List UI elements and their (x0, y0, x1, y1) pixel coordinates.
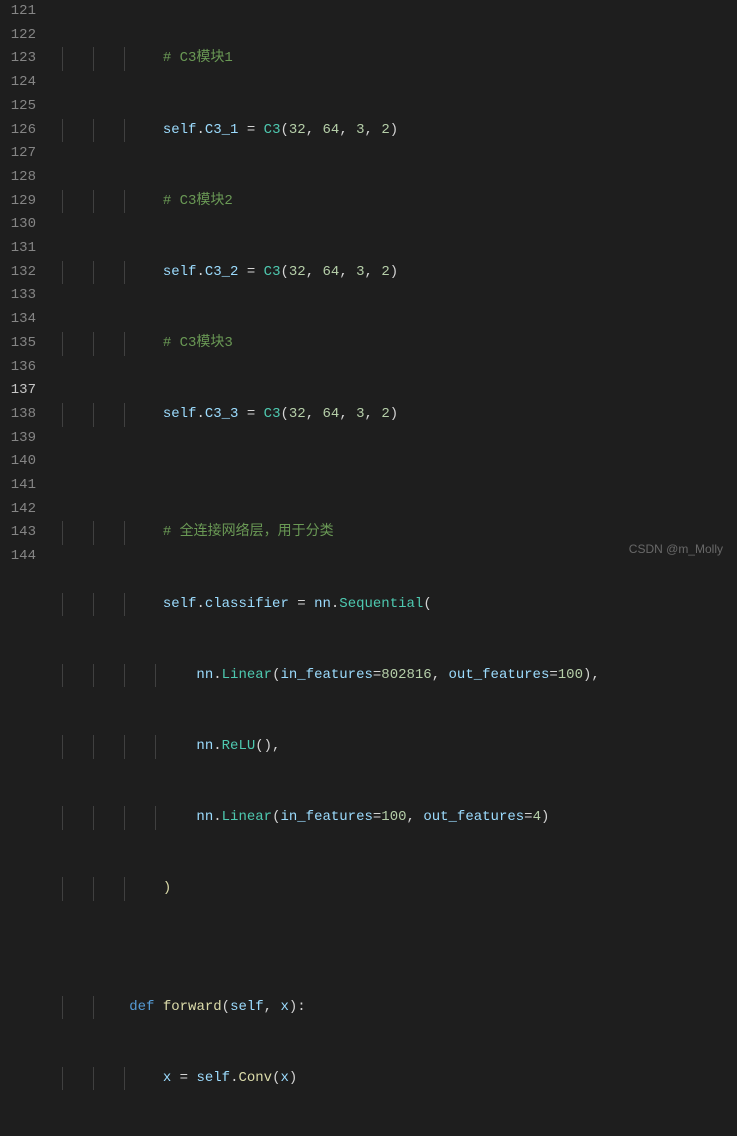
line-number: 142 (0, 498, 40, 522)
code-line: self.classifier = nn.Sequential( (58, 593, 737, 617)
line-number: 138 (0, 403, 40, 427)
line-number-gutter: 1211221231241251261271281291301311321331… (0, 0, 58, 568)
line-number: 136 (0, 356, 40, 380)
line-number: 128 (0, 166, 40, 190)
line-number: 137 (0, 379, 40, 403)
line-number: 132 (0, 261, 40, 285)
code-line: self.C3_2 = C3(32, 64, 3, 2) (58, 261, 737, 285)
line-number: 143 (0, 521, 40, 545)
line-number: 133 (0, 284, 40, 308)
line-number: 134 (0, 308, 40, 332)
line-number: 144 (0, 545, 40, 569)
code-line: self.C3_1 = C3(32, 64, 3, 2) (58, 119, 737, 143)
line-number: 140 (0, 450, 40, 474)
code-line: nn.Linear(in_features=802816, out_featur… (58, 664, 737, 688)
line-number: 141 (0, 474, 40, 498)
line-number: 139 (0, 427, 40, 451)
line-number: 125 (0, 95, 40, 119)
code-line: nn.ReLU(), (58, 735, 737, 759)
code-line: def forward(self, x): (58, 996, 737, 1020)
code-line: # C3模块3 (58, 332, 737, 356)
code-line: x = self.Conv(x) (58, 1067, 737, 1091)
code-line: self.C3_3 = C3(32, 64, 3, 2) (58, 403, 737, 427)
line-number: 135 (0, 332, 40, 356)
line-number: 131 (0, 237, 40, 261)
code-editor[interactable]: 1211221231241251261271281291301311321331… (0, 0, 737, 568)
line-number: 122 (0, 24, 40, 48)
code-line: nn.Linear(in_features=100, out_features=… (58, 806, 737, 830)
line-number: 126 (0, 119, 40, 143)
line-number: 124 (0, 71, 40, 95)
line-number: 121 (0, 0, 40, 24)
line-number: 123 (0, 47, 40, 71)
line-number: 130 (0, 213, 40, 237)
code-line: # C3模块1 (58, 47, 737, 71)
line-number: 127 (0, 142, 40, 166)
code-line: ) (58, 877, 737, 901)
code-area[interactable]: # C3模块1 self.C3_1 = C3(32, 64, 3, 2) # C… (58, 0, 737, 568)
watermark: CSDN @m_Molly (629, 538, 723, 562)
line-number: 129 (0, 190, 40, 214)
code-line: # C3模块2 (58, 190, 737, 214)
